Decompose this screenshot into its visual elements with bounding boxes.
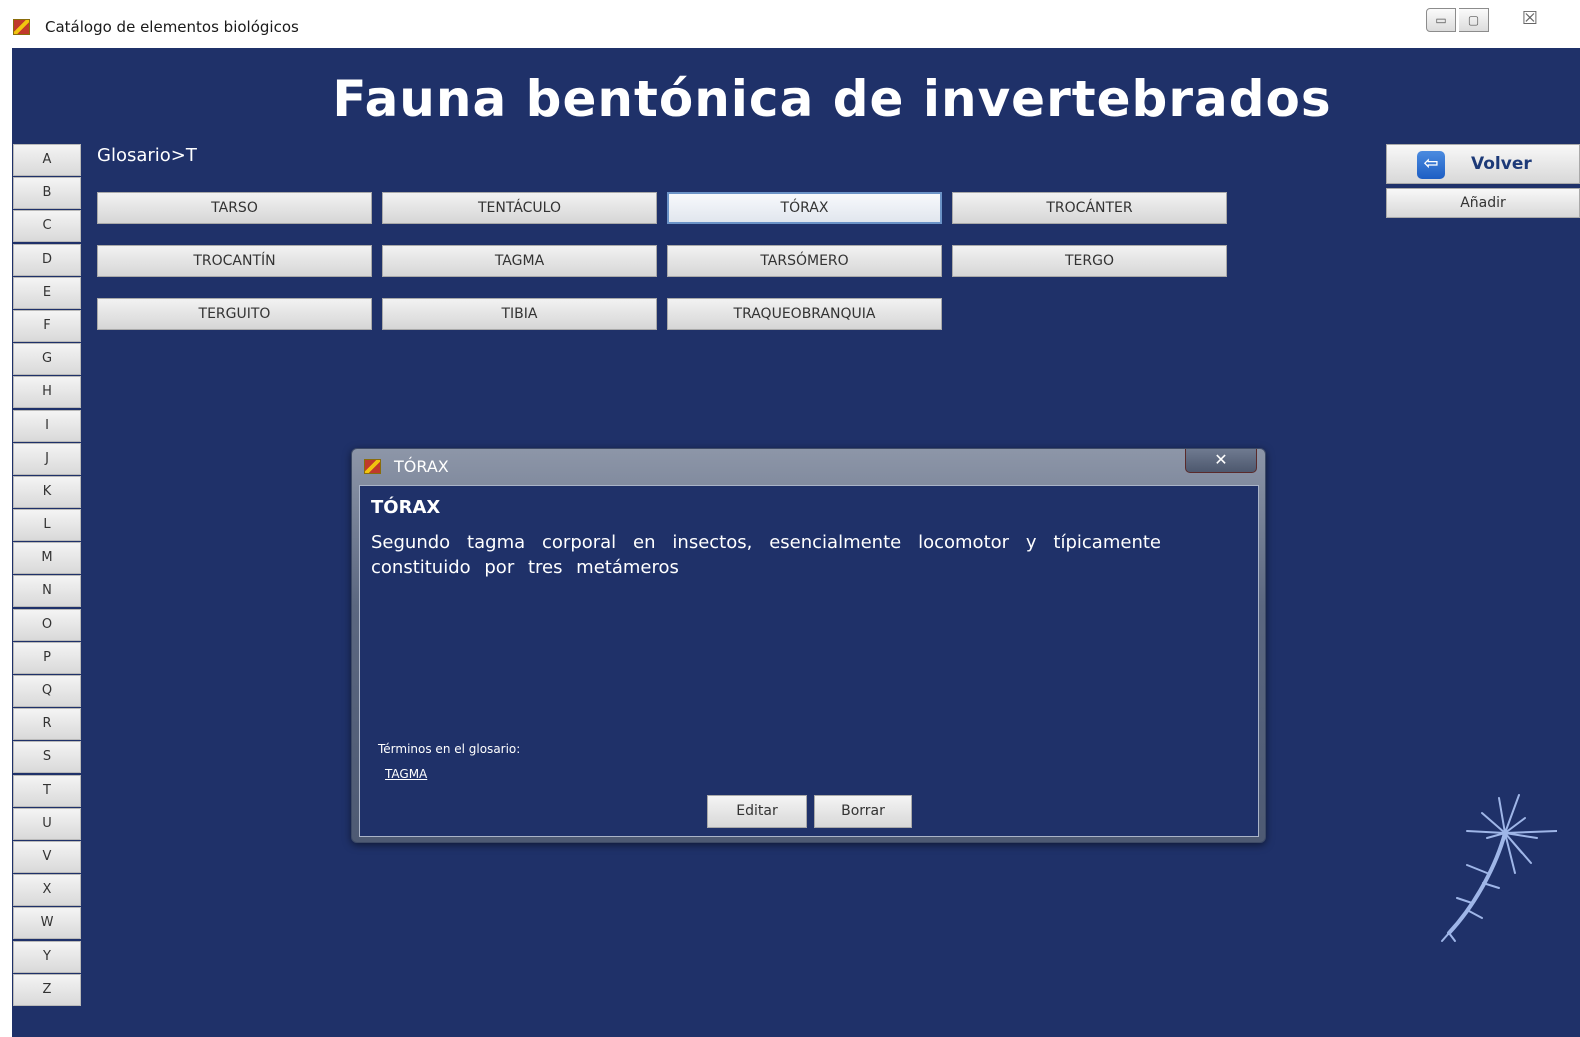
dialog-definition: Segundo tagma corporal en insectos, esen…: [371, 532, 1161, 578]
letter-button-h[interactable]: H: [13, 376, 81, 409]
term-dialog: TÓRAX ✕ TÓRAX Segundo tagma corporal en …: [351, 448, 1266, 843]
minimize-button[interactable]: ▭: [1426, 8, 1456, 32]
term-button[interactable]: TROCÁNTER: [952, 192, 1227, 224]
term-button[interactable]: TARSÓMERO: [667, 245, 942, 277]
letter-button-m[interactable]: M: [13, 542, 81, 575]
window-title: Catálogo de elementos biológicos: [45, 18, 299, 36]
page-title: Fauna bentónica de invertebrados: [332, 70, 1332, 128]
letter-button-y[interactable]: Y: [13, 940, 81, 973]
glossary-terms-label: Términos en el glosario:: [378, 742, 521, 756]
insect-illustration-icon: [1441, 794, 1557, 942]
dialog-term-heading: TÓRAX: [371, 497, 441, 518]
letter-button-r[interactable]: R: [13, 708, 81, 741]
term-button[interactable]: TERGUITO: [97, 298, 372, 330]
letter-button-g[interactable]: G: [13, 343, 81, 376]
letter-button-z[interactable]: Z: [13, 973, 81, 1006]
volver-button[interactable]: ⇦ Volver: [1386, 144, 1580, 184]
letter-button-l[interactable]: L: [13, 509, 81, 542]
maximize-button[interactable]: ▢: [1459, 8, 1489, 32]
letter-button-a[interactable]: A: [13, 144, 81, 176]
term-button[interactable]: TERGO: [952, 245, 1227, 277]
letter-button-f[interactable]: F: [13, 309, 81, 342]
letter-button-p[interactable]: P: [13, 641, 81, 674]
term-button[interactable]: TIBIA: [382, 298, 657, 330]
term-button[interactable]: TÓRAX: [667, 192, 942, 224]
letter-button-u[interactable]: U: [13, 807, 81, 840]
term-button[interactable]: TENTÁCULO: [382, 192, 657, 224]
letter-button-o[interactable]: O: [13, 608, 81, 641]
dialog-body: TÓRAX Segundo tagma corporal en insectos…: [359, 485, 1259, 837]
close-window-button[interactable]: ☒: [1492, 8, 1568, 32]
term-button[interactable]: TAGMA: [382, 245, 657, 277]
delete-button[interactable]: Borrar: [814, 795, 912, 828]
window-titlebar: Catálogo de elementos biológicos ▭ ▢ ☒: [0, 0, 1580, 48]
dialog-title: TÓRAX: [394, 457, 449, 476]
dialog-app-icon: [364, 459, 381, 474]
volver-label: Volver: [1471, 154, 1532, 174]
term-button[interactable]: TRAQUEOBRANQUIA: [667, 298, 942, 330]
letter-button-c[interactable]: C: [13, 210, 81, 243]
letter-button-w[interactable]: W: [13, 907, 81, 940]
anadir-button[interactable]: Añadir: [1386, 188, 1580, 218]
dialog-close-button[interactable]: ✕: [1185, 449, 1257, 473]
letter-button-k[interactable]: K: [13, 475, 81, 508]
letter-button-b[interactable]: B: [13, 177, 81, 210]
edit-button[interactable]: Editar: [707, 795, 807, 828]
term-button[interactable]: TARSO: [97, 192, 372, 224]
letter-button-t[interactable]: T: [13, 774, 81, 807]
alphabet-index: ABCDEFGHIJKLMNOPQRSTUVXWYZ: [13, 144, 81, 1007]
letter-button-v[interactable]: V: [13, 840, 81, 873]
letter-button-e[interactable]: E: [13, 276, 81, 309]
breadcrumb: Glosario>T: [97, 145, 197, 166]
letter-button-s[interactable]: S: [13, 741, 81, 774]
letter-button-x[interactable]: X: [13, 874, 81, 907]
letter-button-j[interactable]: J: [13, 442, 81, 475]
letter-button-n[interactable]: N: [13, 575, 81, 608]
letter-button-i[interactable]: I: [13, 409, 81, 442]
term-button[interactable]: TROCANTÍN: [97, 245, 372, 277]
back-arrow-icon: ⇦: [1417, 151, 1445, 179]
letter-button-q[interactable]: Q: [13, 675, 81, 707]
glossary-link-tagma[interactable]: TAGMA: [385, 767, 427, 781]
letter-button-d[interactable]: D: [13, 243, 81, 276]
app-icon: [13, 19, 30, 35]
